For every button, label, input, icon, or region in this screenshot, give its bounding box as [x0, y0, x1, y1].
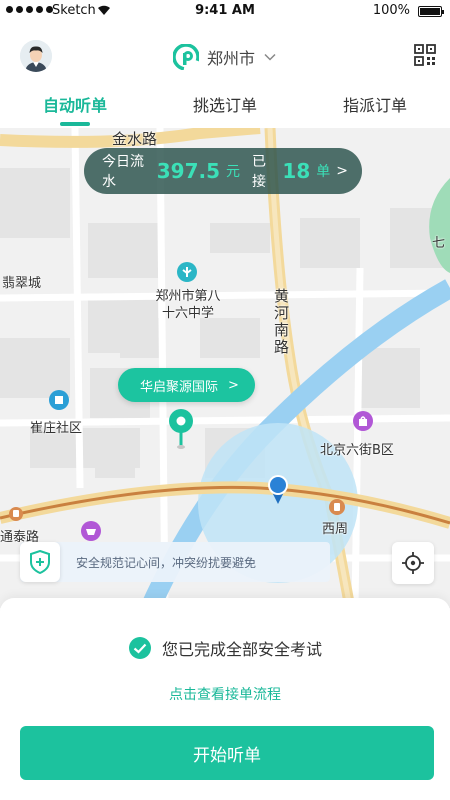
bottom-sheet: 您已完成全部安全考试 点击查看接单流程 开始听单	[0, 598, 450, 800]
map-label-school: 郑州市第八十六中学	[155, 289, 221, 321]
tab-auto-listen[interactable]: 自动听单	[0, 88, 150, 128]
map-label-road-top: 金水路	[112, 130, 158, 148]
safety-message: 安全规范记心间，冲突纷扰要避免	[76, 555, 257, 570]
selected-poi-pill[interactable]: 华启聚源国际 >	[118, 368, 255, 402]
map-label-huanghe-road: 黄河南路	[272, 288, 290, 356]
app-header: 郑州市	[0, 24, 450, 88]
locate-me-button[interactable]	[392, 542, 434, 584]
safety-shield-button[interactable]	[20, 542, 60, 582]
safety-reminder: 安全规范记心间，冲突纷扰要避免	[20, 542, 330, 582]
earnings-amount: 397.5	[156, 159, 221, 183]
start-listening-button[interactable]: 开始听单	[20, 726, 434, 780]
poi-name: 华启聚源国际	[140, 379, 219, 395]
earnings-unit: 元	[226, 164, 241, 180]
map-pin-icon[interactable]	[168, 408, 194, 450]
earnings-summary[interactable]: 今日流水 397.5 元 已接 18 单 >	[84, 148, 362, 194]
city-selector[interactable]: 郑州市	[0, 44, 450, 70]
bus-poi-icon[interactable]	[8, 506, 24, 522]
chevron-right-icon: >	[228, 377, 239, 393]
orders-unit: 单	[316, 164, 331, 180]
metro-poi-icon[interactable]	[328, 498, 346, 516]
tab-assigned-orders[interactable]: 指派订单	[300, 88, 450, 128]
orders-count: 18	[282, 159, 311, 183]
earnings-prefix: 今日流水	[102, 154, 144, 190]
residence-poi-icon[interactable]	[48, 389, 70, 411]
map-label-xizhou: 西周	[322, 522, 349, 537]
map-label-seven: 七	[432, 236, 446, 251]
qr-code-icon[interactable]	[414, 44, 436, 66]
order-flow-link[interactable]: 点击查看接单流程	[0, 684, 450, 704]
map-label-beijing: 北京六街B区	[320, 443, 394, 458]
battery-icon	[418, 6, 444, 17]
order-tabs: 自动听单 挑选订单 指派订单	[0, 88, 450, 128]
shield-plus-icon	[30, 550, 50, 574]
school-poi-icon[interactable]	[176, 261, 198, 283]
crosshair-icon	[402, 552, 424, 574]
status-bar: Sketch 9:41 AM 100%	[0, 0, 450, 24]
map-view[interactable]: 金水路 翡翠城 郑州市第八十六中学 黄河南路 崔庄社区 北京六街B区 通泰路 西…	[0, 128, 450, 608]
brand-logo-icon	[172, 44, 199, 70]
tab-pick-orders[interactable]: 挑选订单	[150, 88, 300, 128]
current-location-icon	[268, 475, 288, 504]
earnings-middle: 已接	[252, 154, 267, 190]
chevron-right-icon: >	[336, 163, 348, 179]
battery-percent: 100%	[372, 3, 410, 18]
chevron-down-icon	[264, 53, 276, 61]
check-circle-icon	[128, 637, 151, 659]
market-poi-icon[interactable]	[80, 520, 102, 542]
exam-status-text: 您已完成全部安全考试	[161, 640, 322, 659]
map-label-cuicheng: 翡翠城	[2, 276, 42, 291]
exam-status: 您已完成全部安全考试	[0, 636, 450, 660]
shopping-poi-icon[interactable]	[352, 410, 374, 432]
map-label-cuizhuang: 崔庄社区	[30, 421, 83, 436]
city-name: 郑州市	[206, 49, 255, 68]
